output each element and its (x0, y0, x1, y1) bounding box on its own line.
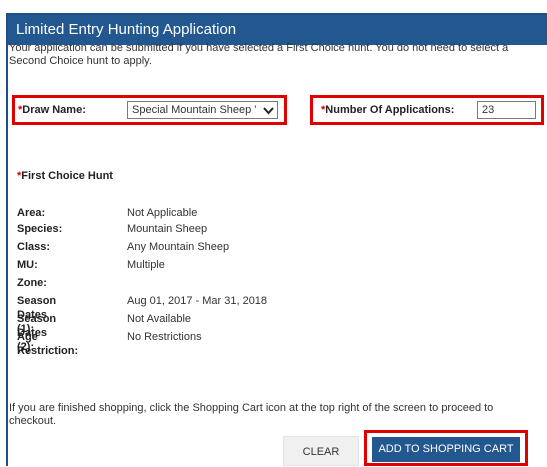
draw-name-select[interactable]: Special Mountain Sheep ' (127, 101, 278, 119)
chevron-down-icon (263, 105, 274, 115)
add-to-cart-button[interactable]: ADD TO SHOPPING CART (372, 437, 520, 462)
detail-value: Mountain Sheep (127, 223, 208, 235)
detail-value: Not Available (127, 313, 192, 325)
detail-key: Age Restriction: (17, 331, 79, 357)
clear-button[interactable]: CLEAR (283, 436, 359, 466)
detail-row-season-1: Season Dates (1): Aug 01, 2017 - Mar 31,… (17, 294, 267, 335)
checkout-instructions: If you are finished shopping, click the … (9, 402, 494, 427)
draw-name-value: Special Mountain Sheep ' (132, 104, 257, 116)
num-applications-input[interactable]: 23 (477, 101, 536, 119)
detail-row-zone: Zone: (17, 276, 47, 290)
detail-row-mu: MU: Multiple (17, 258, 165, 272)
detail-key: Zone: (17, 277, 47, 289)
detail-value: Multiple (127, 259, 165, 271)
first-choice-title-text: First Choice Hunt (21, 170, 113, 182)
detail-value: Any Mountain Sheep (127, 241, 230, 253)
first-choice-title: *First Choice Hunt (17, 170, 113, 182)
panel-header: Limited Entry Hunting Application (8, 15, 547, 45)
num-applications-label: *Number Of Applications: (321, 104, 454, 116)
detail-row-season-2: Season Dates (2): Not Available (17, 312, 191, 353)
application-panel: Limited Entry Hunting Application (6, 13, 547, 466)
detail-row-class: Class: Any Mountain Sheep (17, 240, 229, 254)
detail-row-age: Age Restriction: No Restrictions (17, 330, 202, 357)
draw-name-label-text: Draw Name: (22, 104, 86, 116)
detail-value: Not Applicable (127, 207, 198, 219)
draw-name-label: *Draw Name: (18, 104, 86, 116)
detail-key: MU: (17, 259, 38, 271)
detail-value: Aug 01, 2017 - Mar 31, 2018 (127, 295, 268, 307)
detail-key: Species: (17, 223, 63, 235)
detail-row-area: Area: Not Applicable (17, 206, 197, 220)
num-applications-label-text: Number Of Applications: (325, 104, 455, 116)
detail-key: Class: (17, 241, 51, 253)
intro-text: Your application can be submitted if you… (9, 42, 509, 67)
detail-key: Area: (17, 207, 46, 219)
detail-row-species: Species: Mountain Sheep (17, 222, 207, 236)
detail-value: No Restrictions (127, 331, 202, 343)
